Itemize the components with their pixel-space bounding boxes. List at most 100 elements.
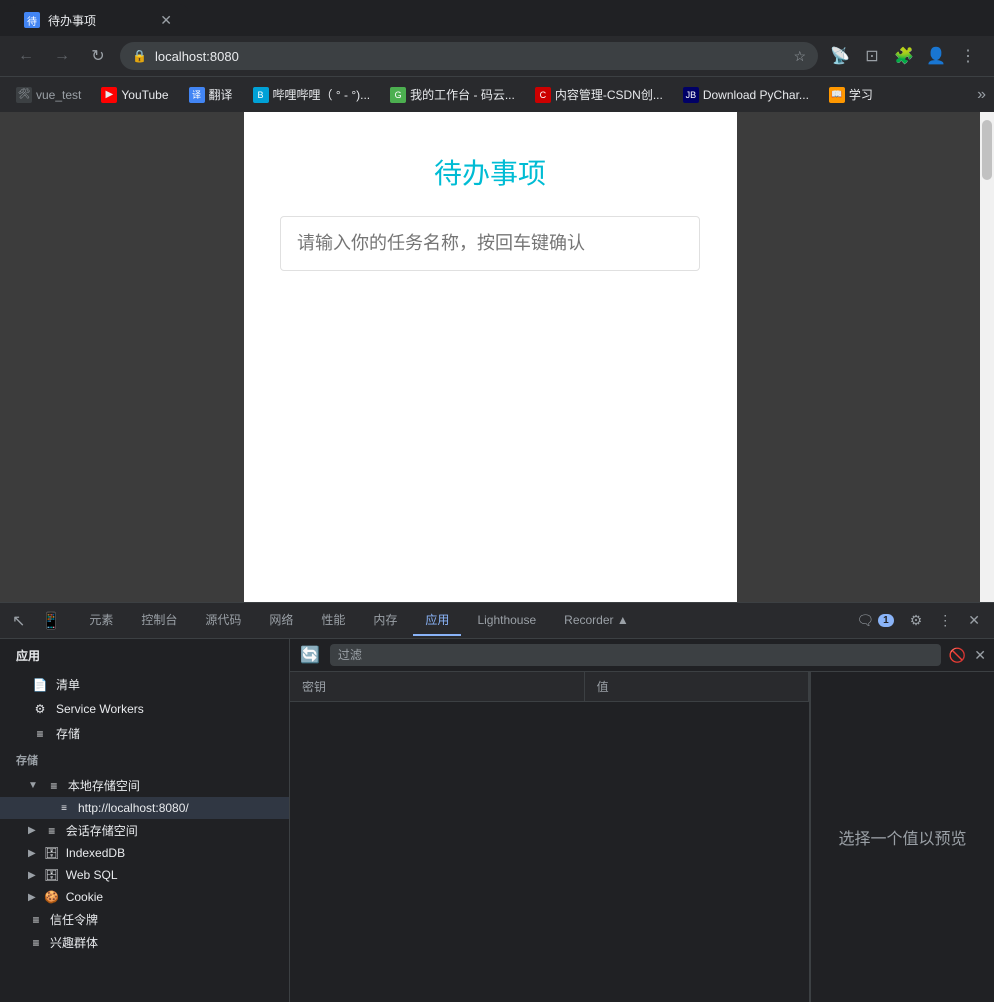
bookmark-gitee-label: 我的工作台 - 码云...: [410, 86, 515, 103]
tab-bar: 待 待办事项 ✕: [0, 0, 994, 36]
address-bar[interactable]: 🔒 localhost:8080 ☆: [120, 42, 818, 70]
manifest-icon: 📄: [32, 677, 48, 693]
bookmark-csdn-label: 内容管理-CSDN创...: [555, 86, 663, 103]
sidebar-session-storage-label: 会话存储空间: [66, 822, 138, 839]
bookmark-pycharm[interactable]: JB Download PyChar...: [675, 83, 817, 107]
devtools-notification-btn[interactable]: 🗨 1: [850, 608, 899, 633]
todo-input[interactable]: [280, 216, 700, 271]
devtools-panel: ↖ 📱 元素 控制台 源代码 网络 性能 内存 应用 Lighthouse Re…: [0, 602, 994, 1002]
local-storage-url-icon: ≡: [56, 800, 72, 816]
data-table: 密钥 值: [290, 672, 809, 702]
data-table-section: 密钥 值: [290, 672, 810, 1002]
sidebar-indexeddb[interactable]: ▶ 🗄 IndexedDB: [0, 842, 289, 864]
notification-badge: 1: [878, 614, 894, 627]
tab-title: 待办事项: [48, 12, 152, 29]
col-value: 值: [584, 672, 808, 702]
bookmark-translate[interactable]: 译 翻译: [181, 82, 241, 107]
devtools-mobile-icon[interactable]: 📱: [37, 607, 65, 635]
websql-icon: 🗄: [44, 867, 60, 883]
sidebar-interest-groups-label: 兴趣群体: [50, 934, 98, 951]
sidebar-item-manifest[interactable]: 📄 清单: [0, 672, 289, 697]
nav-actions: 📡 ⊡ 🧩 👤 ⋮: [826, 42, 982, 70]
sidebar-item-storage-overview[interactable]: ≡ 存储: [0, 721, 289, 746]
devtools-settings-btn[interactable]: ⚙: [904, 608, 929, 633]
indexeddb-icon: 🗄: [44, 845, 60, 861]
bookmark-study[interactable]: 📖 学习: [821, 82, 881, 107]
sidebar-trust-tokens[interactable]: ≡ 信任令牌: [0, 908, 289, 931]
star-icon[interactable]: ☆: [793, 48, 806, 65]
sidebar-cookie[interactable]: ▶ 🍪 Cookie: [0, 886, 289, 908]
tab-sources[interactable]: 源代码: [193, 605, 253, 636]
filter-bar: 🔄 🚫 ✕: [290, 639, 994, 672]
tab-memory[interactable]: 内存: [361, 605, 409, 636]
navigation-bar: ← → ↻ 🔒 localhost:8080 ☆ 📡 ⊡ 🧩 👤 ⋮: [0, 36, 994, 76]
back-button[interactable]: ←: [12, 42, 40, 70]
tab-recorder[interactable]: Recorder ▲: [552, 607, 641, 635]
expand-arrow-websql: ▶: [28, 870, 36, 881]
devtools-close-btn[interactable]: ✕: [962, 608, 986, 633]
profile-button[interactable]: 👤: [922, 42, 950, 70]
sidebar-item-storage-label: 存储: [56, 725, 80, 742]
webpage-viewport: 待办事项: [0, 112, 994, 602]
filter-clear-button[interactable]: ✕: [974, 647, 986, 664]
sidebar-item-service-workers[interactable]: ⚙ Service Workers: [0, 697, 289, 721]
sidebar-local-storage-group[interactable]: ▼ ≡ 本地存储空间: [0, 774, 289, 797]
screenshot-button[interactable]: ⊡: [858, 42, 886, 70]
devtools-more-btn[interactable]: ⋮: [932, 608, 958, 633]
filter-no-btn[interactable]: 🚫: [949, 647, 966, 664]
reload-button[interactable]: ↻: [84, 42, 112, 70]
tab-network[interactable]: 网络: [257, 605, 305, 636]
sidebar-websql[interactable]: ▶ 🗄 Web SQL: [0, 864, 289, 886]
bookmark-csdn[interactable]: C 内容管理-CSDN创...: [527, 82, 671, 107]
bookmark-devtools-icon: 🛠: [16, 87, 32, 103]
sidebar-local-storage-label: 本地存储空间: [68, 777, 140, 794]
sidebar-item-service-workers-label: Service Workers: [56, 702, 144, 716]
bookmark-study-label: 学习: [849, 86, 873, 103]
tab-favicon: 待: [24, 12, 40, 28]
bookmark-devtools[interactable]: 🛠 vue_test: [8, 83, 89, 107]
todo-title: 待办事项: [434, 152, 546, 192]
menu-button[interactable]: ⋮: [954, 42, 982, 70]
preview-text: 选择一个值以预览: [838, 825, 966, 849]
tab-application[interactable]: 应用: [413, 605, 461, 636]
service-workers-icon: ⚙: [32, 701, 48, 717]
dark-right: [737, 112, 981, 602]
bookmark-bilibili-icon: B: [253, 87, 269, 103]
refresh-button[interactable]: 🔄: [298, 643, 322, 667]
active-tab[interactable]: 待 待办事项 ✕: [8, 4, 188, 36]
bookmarks-more-button[interactable]: »: [977, 86, 986, 104]
devtools-main-body: 密钥 值 选择一个值以预览: [290, 672, 994, 1002]
sidebar-local-storage-url: http://localhost:8080/: [78, 801, 189, 815]
bookmark-devtools-label: vue_test: [36, 88, 81, 102]
expand-arrow-cookie: ▶: [28, 892, 36, 903]
filter-input[interactable]: [330, 644, 941, 666]
extensions-button[interactable]: 🧩: [890, 42, 918, 70]
bookmark-translate-icon: 译: [189, 87, 205, 103]
tab-elements[interactable]: 元素: [77, 605, 125, 636]
bookmark-youtube[interactable]: ▶ YouTube: [93, 83, 176, 107]
bookmark-study-icon: 📖: [829, 87, 845, 103]
bookmark-gitee-icon: G: [390, 87, 406, 103]
sidebar-storage-section: 存储: [0, 746, 289, 774]
viewport-scrollbar[interactable]: [980, 112, 994, 602]
sidebar-interest-groups[interactable]: ≡ 兴趣群体: [0, 931, 289, 954]
trust-tokens-icon: ≡: [28, 912, 44, 928]
tab-performance[interactable]: 性能: [309, 605, 357, 636]
cast-button[interactable]: 📡: [826, 42, 854, 70]
devtools-cursor-icon[interactable]: ↖: [8, 607, 29, 635]
cookie-icon: 🍪: [44, 889, 60, 905]
bookmark-gitee[interactable]: G 我的工作台 - 码云...: [382, 82, 523, 107]
expand-arrow-session: ▶: [28, 825, 36, 836]
tab-close-button[interactable]: ✕: [160, 12, 172, 29]
forward-button[interactable]: →: [48, 42, 76, 70]
devtools-tool-icons: ↖ 📱: [8, 607, 65, 635]
bookmarks-bar: 🛠 vue_test ▶ YouTube 译 翻译 B 哔哩哔哩（ ° - °)…: [0, 76, 994, 112]
webpage-content: 待办事项: [244, 112, 737, 602]
dark-left: [0, 112, 244, 602]
tab-console[interactable]: 控制台: [129, 605, 189, 636]
sidebar-local-storage-item[interactable]: ≡ http://localhost:8080/: [0, 797, 289, 819]
devtools-body: 应用 📄 清单 ⚙ Service Workers ≡ 存储 存储 ▼: [0, 639, 994, 1002]
bookmark-bilibili[interactable]: B 哔哩哔哩（ ° - °)...: [245, 82, 379, 107]
tab-lighthouse[interactable]: Lighthouse: [465, 607, 548, 635]
sidebar-session-storage-group[interactable]: ▶ ≡ 会话存储空间: [0, 819, 289, 842]
